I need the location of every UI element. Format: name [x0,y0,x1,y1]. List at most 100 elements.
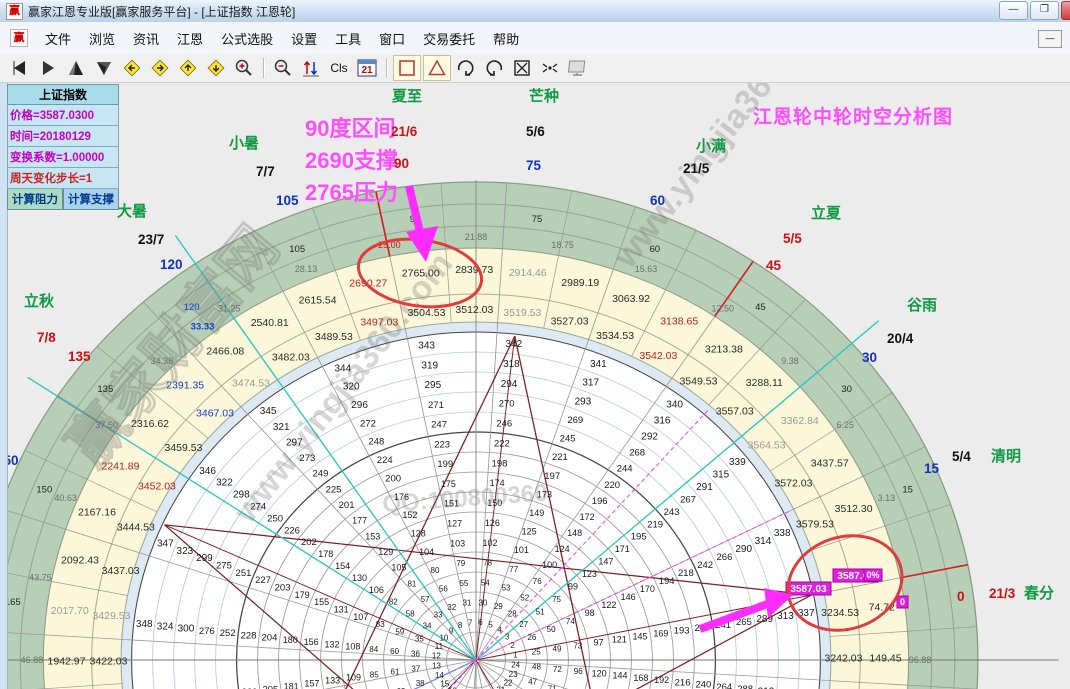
maximize-button[interactable]: ❐ [1030,1,1059,20]
wheel-number: 168 [633,673,648,683]
wheel-number: 341 [590,359,607,370]
wheel-number: 348 [136,619,153,630]
menu-item-0[interactable]: 文件 [36,25,80,52]
rim-degree-label: 60 [650,193,665,208]
wheel-number: 85 [370,670,379,679]
wheel-number: 172 [580,512,595,522]
wheel-number: 2 [510,641,515,650]
menu-bar: 赢 文件浏览资讯江恩公式选股设置工具窗口交易委托帮助 — [0,22,1070,55]
menu-item-6[interactable]: 工具 [326,25,370,52]
wheel-number: 124 [555,544,570,554]
gann-wheel-chart[interactable]: www.yingjia360.comwww.yingjia360.com赢家财富… [0,0,1070,689]
wheel-number: 152 [402,510,417,520]
wheel-number: 274 [250,502,266,513]
box-x-icon[interactable] [509,56,535,80]
wheel-number: 48 [532,663,541,672]
zoom-out-icon[interactable] [270,56,296,80]
child-minimize-button[interactable]: — [1038,30,1062,48]
wheel-number: 76 [533,577,542,586]
wheel-number: 130 [352,573,367,583]
wheel-number: 133 [325,675,340,685]
wheel-number: 204 [262,633,278,644]
wheel-number: 155 [314,597,329,607]
wheel-number: 314 [755,536,772,547]
wheel-number: 289 [756,614,773,625]
menu-item-9[interactable]: 帮助 [484,25,528,52]
menu-item-8[interactable]: 交易委托 [414,25,484,52]
pan-up-icon[interactable] [175,56,201,80]
wheel-number: 32 [447,603,456,612]
price-label: 3452.03 [138,480,176,492]
pan-right-icon[interactable] [147,56,173,80]
percent-label: 12.50 [711,303,734,313]
triangle-tool-icon[interactable] [423,55,451,81]
menu-item-2[interactable]: 资讯 [124,25,168,52]
price-label: 3242.03 [825,652,863,664]
wheel-number: 317 [582,378,599,389]
pan-down-icon[interactable] [203,56,229,80]
peak-up-icon[interactable] [63,56,89,80]
calc-support-button[interactable]: 计算支撑 [63,189,119,210]
percent-label: 37.50 [95,420,118,430]
percent-label: 6.25 [837,420,855,430]
wheel-number: 109 [346,672,361,682]
cls-icon[interactable]: Cls [326,56,352,80]
wheel-number: 25 [532,647,541,656]
wheel-number: 29 [494,602,503,611]
rim-degree-label: 135 [68,349,91,364]
wheel-number: 316 [654,415,671,426]
wheel-number: 126 [485,518,500,528]
pan-left-icon[interactable] [119,56,145,80]
menu-item-1[interactable]: 浏览 [80,25,124,52]
rotate-cw-icon[interactable] [453,56,479,80]
wheel-number: 222 [494,438,510,449]
prev-arrow-icon[interactable] [7,56,33,80]
price-label: 2316.62 [131,418,169,430]
menu-item-5[interactable]: 设置 [282,25,326,52]
wheel-number: 78 [483,559,492,568]
price-label: 2765.00 [402,268,440,280]
calendar-21-icon[interactable]: 21 [354,56,380,80]
menu-item-7[interactable]: 窗口 [370,25,414,52]
wheel-number: 180 [283,635,298,645]
wheel-number: 321 [273,422,290,433]
date-label: 21/3 [989,586,1016,601]
wheel-number: 247 [431,420,447,431]
solar-term-label: 立秋 [24,292,55,310]
center-crosshair-icon[interactable] [537,56,563,80]
price-label: 3482.03 [272,352,310,364]
wheel-number: 344 [335,363,352,374]
price-label: 3362.84 [781,415,819,427]
wheel-number: 323 [177,546,194,557]
gann-wheel-svg: www.yingjia360.comwww.yingjia360.com赢家财富… [0,0,1070,689]
time-updown-icon[interactable] [298,56,324,80]
wheel-number: 54 [481,579,490,588]
price-label: 3512.03 [455,304,493,316]
price-label: 2167.16 [78,506,116,518]
app-logo-icon: 赢 [6,3,23,20]
wheel-number: 221 [552,452,568,463]
menu-item-4[interactable]: 公式选股 [212,25,282,52]
menu-item-3[interactable]: 江恩 [168,25,212,52]
close-button[interactable] [1061,1,1070,20]
wheel-number: 72 [553,665,562,674]
minimize-button[interactable]: — [999,1,1028,20]
wheel-number: 147 [598,557,613,567]
calc-resist-button[interactable]: 计算阻力 [7,189,63,210]
wheel-number: 82 [389,598,398,607]
percent-label: 9.38 [781,356,799,366]
wheel-number: 154 [335,561,350,571]
next-arrow-icon[interactable] [35,56,61,80]
rim-degree-label: 45 [766,258,782,273]
square-tool-icon[interactable] [393,55,421,81]
wheel-number: 60 [390,647,399,656]
wheel-number: 23 [509,670,518,679]
rotate-ccw-icon[interactable] [481,56,507,80]
date-label: 7/7 [256,164,275,179]
price-label: 3549.53 [679,375,717,387]
price-label: 3437.03 [102,565,140,577]
wheel-number: 74 [566,617,575,626]
screen-icon[interactable] [565,56,591,80]
zoom-in-icon[interactable] [231,56,257,80]
peak-down-icon[interactable] [91,56,117,80]
